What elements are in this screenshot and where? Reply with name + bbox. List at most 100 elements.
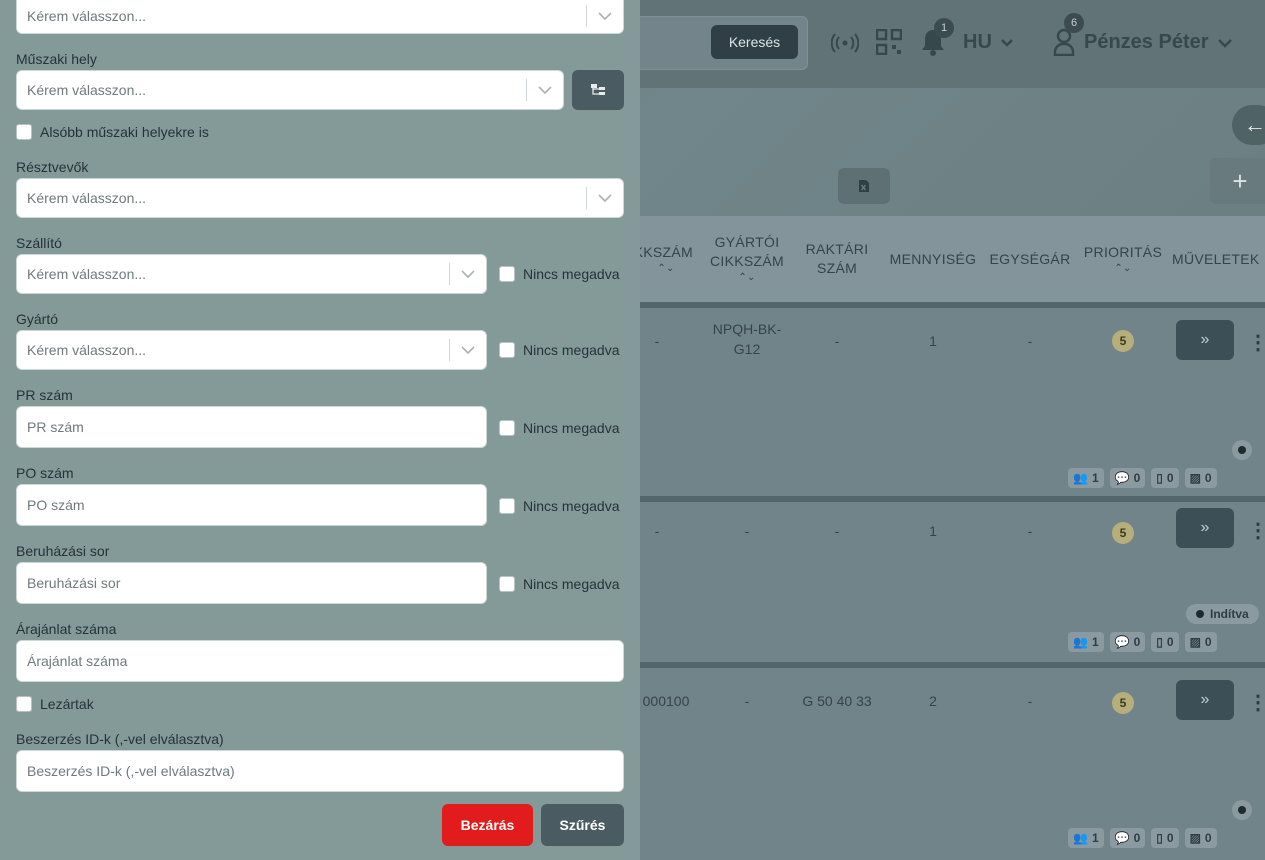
- cell-cikkszam: -: [654, 523, 660, 539]
- close-button[interactable]: Bezárás: [442, 804, 533, 846]
- status-badge: [1232, 440, 1252, 460]
- cell-egysegar: -: [1027, 523, 1033, 539]
- filter-panel: Kérem válasszon... Műszaki hely Kérem vá…: [0, 0, 640, 860]
- lezartak-checkbox[interactable]: [16, 696, 32, 712]
- gyarto-none-checkbox[interactable]: [499, 342, 515, 358]
- szallito-select[interactable]: Kérem válasszon...: [16, 254, 487, 294]
- gyarto-select[interactable]: Kérem válasszon...: [16, 330, 487, 370]
- cell-mennyiseg: 2: [929, 693, 937, 709]
- row-stats: 👥 1 💬 0 ▯ 0 ▨ 0: [1068, 828, 1217, 848]
- more-options-icon[interactable]: ⋮: [1248, 330, 1265, 355]
- back-arrow-icon[interactable]: ←: [1232, 105, 1265, 145]
- cell-raktari-szam: -: [834, 333, 840, 349]
- chevron-down-icon: [1217, 38, 1232, 48]
- cell-cikkszam: -: [654, 333, 660, 349]
- images-stat: ▨ 0: [1184, 632, 1217, 652]
- more-options-icon[interactable]: ⋮: [1248, 690, 1265, 715]
- comments-icon: 💬: [1114, 471, 1130, 485]
- cell-gyartoi-cikkszam: -: [744, 523, 750, 539]
- beruhazasi-sor-input[interactable]: Beruházási sor: [16, 562, 487, 604]
- beruhazasi-none-checkbox[interactable]: [499, 576, 515, 592]
- tree-view-button[interactable]: [572, 70, 624, 110]
- column-header: EGYSÉGÁR: [989, 250, 1071, 267]
- user-menu[interactable]: Pénzes Péter: [1084, 31, 1233, 54]
- beszerzes-ids-label: Beszerzés ID-k (,-vel elválasztva): [16, 731, 224, 747]
- po-szam-label: PO szám: [16, 465, 74, 481]
- chevron-down-icon: [535, 80, 555, 100]
- files-stat: ▯ 0: [1151, 468, 1179, 488]
- more-options-icon[interactable]: ⋮: [1248, 518, 1265, 543]
- szallito-label: Szállító: [16, 235, 62, 251]
- file-icon: ▯: [1156, 635, 1163, 649]
- status-badge: Indítva: [1186, 604, 1259, 624]
- resztvevok-select[interactable]: Kérem válasszon...: [16, 178, 624, 218]
- images-stat: ▨ 0: [1184, 468, 1217, 488]
- po-szam-none-checkbox[interactable]: [499, 498, 515, 514]
- notification-badge: 1: [934, 18, 954, 38]
- szallito-none-label: Nincs megadva: [523, 266, 620, 282]
- chevron-down-icon: [458, 340, 478, 360]
- language-label: HU: [963, 31, 992, 53]
- beruhazasi-none-label: Nincs megadva: [523, 576, 620, 592]
- open-button[interactable]: »: [1176, 508, 1234, 548]
- top-select[interactable]: Kérem válasszon...: [16, 0, 624, 34]
- resztvevok-label: Résztvevők: [16, 159, 89, 175]
- also-muszaki-label: Alsóbb műszaki helyekre is: [40, 124, 209, 140]
- comments-stat: 💬 0: [1109, 828, 1146, 848]
- szallito-none-checkbox[interactable]: [499, 266, 515, 282]
- also-muszaki-checkbox[interactable]: [16, 124, 32, 140]
- cell-mennyiseg: 1: [929, 333, 937, 349]
- cell-mennyiseg: 1: [929, 523, 937, 539]
- cell-raktari-szam: -: [834, 523, 840, 539]
- image-icon: ▨: [1189, 831, 1201, 845]
- open-button[interactable]: »: [1176, 320, 1234, 360]
- po-szam-none-label: Nincs megadva: [523, 498, 620, 514]
- cell-egysegar: -: [1027, 693, 1033, 709]
- pr-szam-input[interactable]: PR szám: [16, 406, 487, 448]
- filter-button[interactable]: Szűrés: [541, 804, 624, 846]
- cell-cikkszam: 000100: [642, 693, 690, 709]
- cell-egysegar: -: [1027, 333, 1033, 349]
- add-button[interactable]: +: [1210, 158, 1265, 204]
- images-stat: ▨ 0: [1184, 828, 1217, 848]
- comments-stat: 💬 0: [1109, 468, 1146, 488]
- cell-gyartoi-cikkszam: -: [744, 693, 750, 709]
- hierarchy-icon: [591, 84, 605, 95]
- participants-stat: 👥 1: [1068, 828, 1104, 848]
- column-header[interactable]: RAKTÁRI SZÁM: [797, 216, 877, 302]
- language-selector[interactable]: HU: [963, 31, 1014, 54]
- chevron-down-icon: [595, 6, 615, 26]
- comments-icon: 💬: [1114, 635, 1130, 649]
- pr-szam-label: PR szám: [16, 387, 73, 403]
- column-header[interactable]: PRIORITÁS ⌃⌄: [1080, 216, 1166, 302]
- pr-szam-none-label: Nincs megadva: [523, 420, 620, 436]
- muszaki-hely-select[interactable]: Kérem válasszon...: [16, 70, 564, 110]
- row-stats: 👥 1 💬 0 ▯ 0 ▨ 0: [1068, 468, 1217, 488]
- chevron-down-icon: [1001, 38, 1013, 47]
- qr-code-icon[interactable]: [875, 28, 903, 56]
- participants-stat: 👥 1: [1068, 632, 1104, 652]
- pr-szam-none-checkbox[interactable]: [499, 420, 515, 436]
- row-stats: 👥 1 💬 0 ▯ 0 ▨ 0: [1068, 632, 1217, 652]
- file-icon: ▯: [1156, 471, 1163, 485]
- arajanlat-label: Árajánlat száma: [16, 621, 117, 637]
- column-header[interactable]: GYÁRTÓI CIKKSZÁM ⌃⌄: [704, 216, 790, 302]
- broadcast-icon[interactable]: [830, 28, 860, 58]
- gyarto-none-label: Nincs megadva: [523, 342, 620, 358]
- priority-badge: 5: [1112, 522, 1134, 544]
- arajanlat-input[interactable]: Árajánlat száma: [16, 640, 624, 682]
- lezartak-label: Lezártak: [40, 696, 94, 712]
- po-szam-input[interactable]: PO szám: [16, 484, 487, 526]
- gyarto-label: Gyártó: [16, 311, 59, 327]
- image-icon: ▨: [1189, 471, 1201, 485]
- user-badge: 6: [1064, 13, 1084, 33]
- muszaki-hely-label: Műszaki hely: [16, 51, 97, 67]
- open-button[interactable]: »: [1176, 680, 1234, 720]
- beszerzes-ids-input[interactable]: Beszerzés ID-k (,-vel elválasztva): [16, 750, 624, 792]
- participants-stat: 👥 1: [1068, 468, 1104, 488]
- users-icon: 👥: [1073, 635, 1088, 649]
- excel-export-icon[interactable]: [838, 168, 890, 204]
- priority-badge: 5: [1112, 330, 1134, 352]
- search-button[interactable]: Keresés: [711, 25, 798, 59]
- cell-raktari-szam: G 50 40 33: [802, 693, 872, 709]
